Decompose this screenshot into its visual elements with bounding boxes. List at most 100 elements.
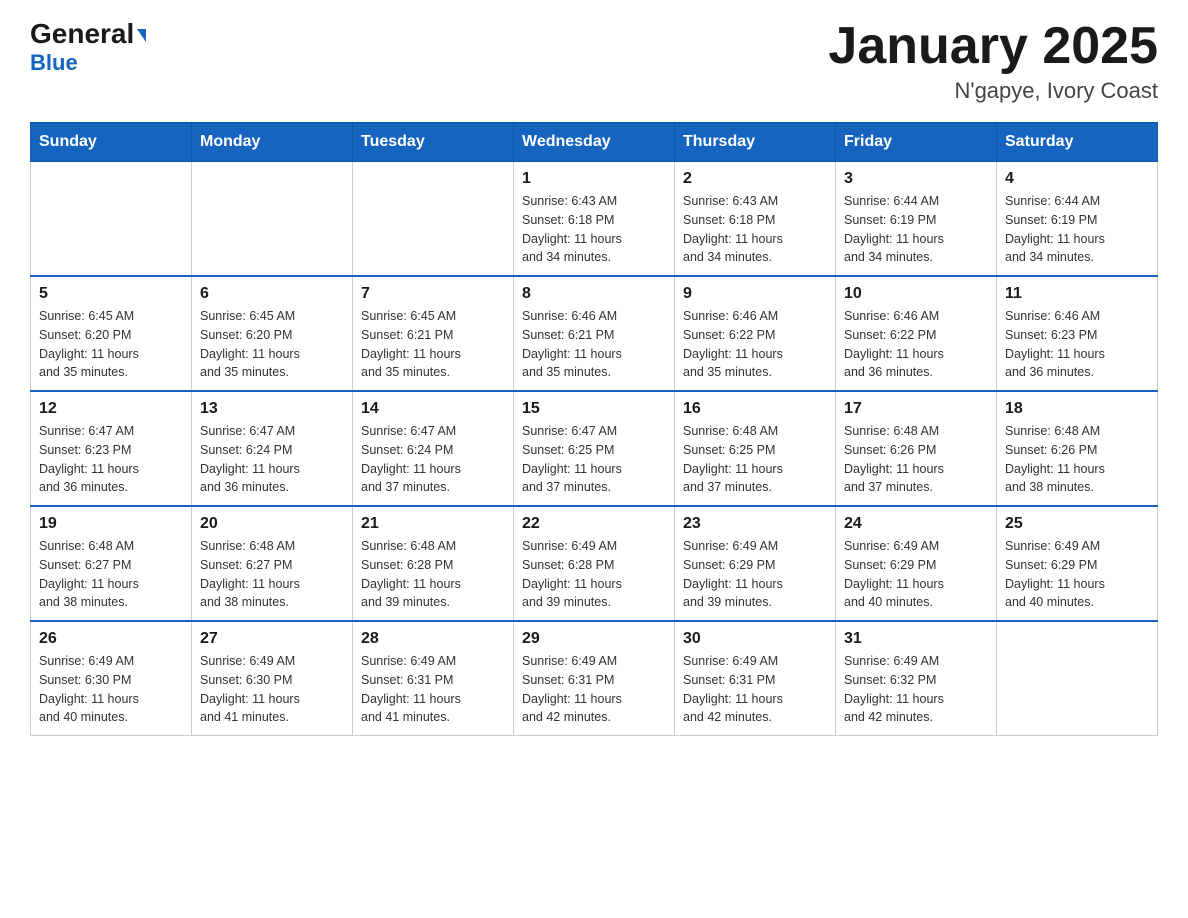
calendar-cell: 19 Sunrise: 6:48 AM Sunset: 6:27 PM Dayli… bbox=[31, 506, 192, 621]
calendar-week-1: 1 Sunrise: 6:43 AM Sunset: 6:18 PM Daylig… bbox=[31, 162, 1158, 277]
cell-info: Sunrise: 6:43 AM Sunset: 6:18 PM Dayligh… bbox=[683, 192, 827, 267]
cell-info: Sunrise: 6:46 AM Sunset: 6:22 PM Dayligh… bbox=[844, 307, 988, 382]
calendar-cell: 2 Sunrise: 6:43 AM Sunset: 6:18 PM Daylig… bbox=[675, 162, 836, 277]
cell-info: Sunrise: 6:49 AM Sunset: 6:31 PM Dayligh… bbox=[683, 652, 827, 727]
cell-info: Sunrise: 6:48 AM Sunset: 6:26 PM Dayligh… bbox=[844, 422, 988, 497]
calendar-cell: 22Sunrise: 6:49 AM Sunset: 6:28 PM Dayli… bbox=[514, 506, 675, 621]
calendar-cell: 18 Sunrise: 6:48 AM Sunset: 6:26 PM Dayli… bbox=[997, 391, 1158, 506]
calendar-cell: 21Sunrise: 6:48 AM Sunset: 6:28 PM Dayli… bbox=[353, 506, 514, 621]
calendar-cell: 14 Sunrise: 6:47 AM Sunset: 6:24 PM Dayli… bbox=[353, 391, 514, 506]
calendar-cell: 28 Sunrise: 6:49 AM Sunset: 6:31 PM Dayli… bbox=[353, 621, 514, 736]
calendar-cell: 3Sunrise: 6:44 AM Sunset: 6:19 PM Daylig… bbox=[836, 162, 997, 277]
cell-info: Sunrise: 6:47 AM Sunset: 6:24 PM Dayligh… bbox=[200, 422, 344, 497]
calendar-cell: 17 Sunrise: 6:48 AM Sunset: 6:26 PM Dayli… bbox=[836, 391, 997, 506]
cell-info: Sunrise: 6:49 AM Sunset: 6:29 PM Dayligh… bbox=[844, 537, 988, 612]
cell-day-number: 14 bbox=[361, 400, 505, 418]
calendar-cell: 23 Sunrise: 6:49 AM Sunset: 6:29 PM Dayli… bbox=[675, 506, 836, 621]
cell-day-number: 13 bbox=[200, 400, 344, 418]
cell-day-number: 6 bbox=[200, 285, 344, 303]
page-header: General Blue January 2025 N'gapye, Ivory… bbox=[30, 20, 1158, 104]
cell-day-number: 25 bbox=[1005, 515, 1149, 533]
calendar-cell bbox=[997, 621, 1158, 736]
calendar-cell: 9Sunrise: 6:46 AM Sunset: 6:22 PM Daylig… bbox=[675, 276, 836, 391]
cell-info: Sunrise: 6:48 AM Sunset: 6:26 PM Dayligh… bbox=[1005, 422, 1149, 497]
header-cell-friday: Friday bbox=[836, 123, 997, 162]
cell-info: Sunrise: 6:47 AM Sunset: 6:24 PM Dayligh… bbox=[361, 422, 505, 497]
cell-day-number: 26 bbox=[39, 630, 183, 648]
cell-day-number: 3 bbox=[844, 170, 988, 188]
cell-info: Sunrise: 6:48 AM Sunset: 6:27 PM Dayligh… bbox=[39, 537, 183, 612]
cell-day-number: 27 bbox=[200, 630, 344, 648]
calendar-week-3: 12 Sunrise: 6:47 AM Sunset: 6:23 PM Dayli… bbox=[31, 391, 1158, 506]
calendar-cell: 29 Sunrise: 6:49 AM Sunset: 6:31 PM Dayli… bbox=[514, 621, 675, 736]
cell-day-number: 9 bbox=[683, 285, 827, 303]
cell-day-number: 4 bbox=[1005, 170, 1149, 188]
calendar-cell: 10 Sunrise: 6:46 AM Sunset: 6:22 PM Dayli… bbox=[836, 276, 997, 391]
cell-info: Sunrise: 6:44 AM Sunset: 6:19 PM Dayligh… bbox=[1005, 192, 1149, 267]
header-row: SundayMondayTuesdayWednesdayThursdayFrid… bbox=[31, 123, 1158, 162]
cell-info: Sunrise: 6:49 AM Sunset: 6:29 PM Dayligh… bbox=[1005, 537, 1149, 612]
cell-day-number: 19 bbox=[39, 515, 183, 533]
calendar-cell: 30 Sunrise: 6:49 AM Sunset: 6:31 PM Dayli… bbox=[675, 621, 836, 736]
logo-text: General bbox=[30, 20, 146, 48]
cell-info: Sunrise: 6:48 AM Sunset: 6:28 PM Dayligh… bbox=[361, 537, 505, 612]
cell-day-number: 31 bbox=[844, 630, 988, 648]
header-cell-monday: Monday bbox=[192, 123, 353, 162]
cell-day-number: 2 bbox=[683, 170, 827, 188]
header-cell-tuesday: Tuesday bbox=[353, 123, 514, 162]
calendar-table: SundayMondayTuesdayWednesdayThursdayFrid… bbox=[30, 122, 1158, 736]
header-cell-saturday: Saturday bbox=[997, 123, 1158, 162]
cell-info: Sunrise: 6:49 AM Sunset: 6:31 PM Dayligh… bbox=[361, 652, 505, 727]
logo: General Blue bbox=[30, 20, 146, 76]
cell-info: Sunrise: 6:49 AM Sunset: 6:32 PM Dayligh… bbox=[844, 652, 988, 727]
cell-day-number: 20 bbox=[200, 515, 344, 533]
calendar-week-4: 19 Sunrise: 6:48 AM Sunset: 6:27 PM Dayli… bbox=[31, 506, 1158, 621]
calendar-header: SundayMondayTuesdayWednesdayThursdayFrid… bbox=[31, 123, 1158, 162]
cell-info: Sunrise: 6:49 AM Sunset: 6:30 PM Dayligh… bbox=[200, 652, 344, 727]
cell-day-number: 8 bbox=[522, 285, 666, 303]
calendar-cell: 13 Sunrise: 6:47 AM Sunset: 6:24 PM Dayli… bbox=[192, 391, 353, 506]
cell-info: Sunrise: 6:43 AM Sunset: 6:18 PM Dayligh… bbox=[522, 192, 666, 267]
cell-info: Sunrise: 6:48 AM Sunset: 6:27 PM Dayligh… bbox=[200, 537, 344, 612]
cell-day-number: 28 bbox=[361, 630, 505, 648]
cell-day-number: 17 bbox=[844, 400, 988, 418]
cell-day-number: 29 bbox=[522, 630, 666, 648]
cell-day-number: 10 bbox=[844, 285, 988, 303]
cell-day-number: 23 bbox=[683, 515, 827, 533]
calendar-title: January 2025 bbox=[828, 20, 1158, 72]
calendar-subtitle: N'gapye, Ivory Coast bbox=[828, 78, 1158, 104]
calendar-cell: 11Sunrise: 6:46 AM Sunset: 6:23 PM Dayli… bbox=[997, 276, 1158, 391]
cell-day-number: 16 bbox=[683, 400, 827, 418]
calendar-cell: 8Sunrise: 6:46 AM Sunset: 6:21 PM Daylig… bbox=[514, 276, 675, 391]
cell-day-number: 18 bbox=[1005, 400, 1149, 418]
cell-info: Sunrise: 6:47 AM Sunset: 6:23 PM Dayligh… bbox=[39, 422, 183, 497]
header-cell-thursday: Thursday bbox=[675, 123, 836, 162]
cell-day-number: 22 bbox=[522, 515, 666, 533]
header-cell-wednesday: Wednesday bbox=[514, 123, 675, 162]
cell-info: Sunrise: 6:45 AM Sunset: 6:21 PM Dayligh… bbox=[361, 307, 505, 382]
cell-info: Sunrise: 6:49 AM Sunset: 6:31 PM Dayligh… bbox=[522, 652, 666, 727]
calendar-cell: 27 Sunrise: 6:49 AM Sunset: 6:30 PM Dayli… bbox=[192, 621, 353, 736]
cell-info: Sunrise: 6:49 AM Sunset: 6:29 PM Dayligh… bbox=[683, 537, 827, 612]
calendar-cell: 7Sunrise: 6:45 AM Sunset: 6:21 PM Daylig… bbox=[353, 276, 514, 391]
calendar-cell: 26Sunrise: 6:49 AM Sunset: 6:30 PM Dayli… bbox=[31, 621, 192, 736]
calendar-week-2: 5 Sunrise: 6:45 AM Sunset: 6:20 PM Daylig… bbox=[31, 276, 1158, 391]
logo-general: General bbox=[30, 18, 134, 49]
cell-day-number: 5 bbox=[39, 285, 183, 303]
cell-day-number: 12 bbox=[39, 400, 183, 418]
calendar-week-5: 26 Sunrise: 6:49 AM Sunset: 6:30 PM Dayli… bbox=[31, 621, 1158, 736]
cell-info: Sunrise: 6:45 AM Sunset: 6:20 PM Dayligh… bbox=[39, 307, 183, 382]
calendar-cell: 15 Sunrise: 6:47 AM Sunset: 6:25 PM Dayli… bbox=[514, 391, 675, 506]
cell-day-number: 30 bbox=[683, 630, 827, 648]
calendar-cell: 12 Sunrise: 6:47 AM Sunset: 6:23 PM Dayli… bbox=[31, 391, 192, 506]
calendar-body: 1 Sunrise: 6:43 AM Sunset: 6:18 PM Daylig… bbox=[31, 162, 1158, 736]
calendar-cell: 24Sunrise: 6:49 AM Sunset: 6:29 PM Dayli… bbox=[836, 506, 997, 621]
calendar-cell: 20 Sunrise: 6:48 AM Sunset: 6:27 PM Dayli… bbox=[192, 506, 353, 621]
calendar-cell: 25 Sunrise: 6:49 AM Sunset: 6:29 PM Dayli… bbox=[997, 506, 1158, 621]
cell-info: Sunrise: 6:47 AM Sunset: 6:25 PM Dayligh… bbox=[522, 422, 666, 497]
calendar-cell: 31 Sunrise: 6:49 AM Sunset: 6:32 PM Dayli… bbox=[836, 621, 997, 736]
cell-day-number: 1 bbox=[522, 170, 666, 188]
cell-day-number: 15 bbox=[522, 400, 666, 418]
calendar-cell: 4 Sunrise: 6:44 AM Sunset: 6:19 PM Daylig… bbox=[997, 162, 1158, 277]
calendar-cell bbox=[31, 162, 192, 277]
